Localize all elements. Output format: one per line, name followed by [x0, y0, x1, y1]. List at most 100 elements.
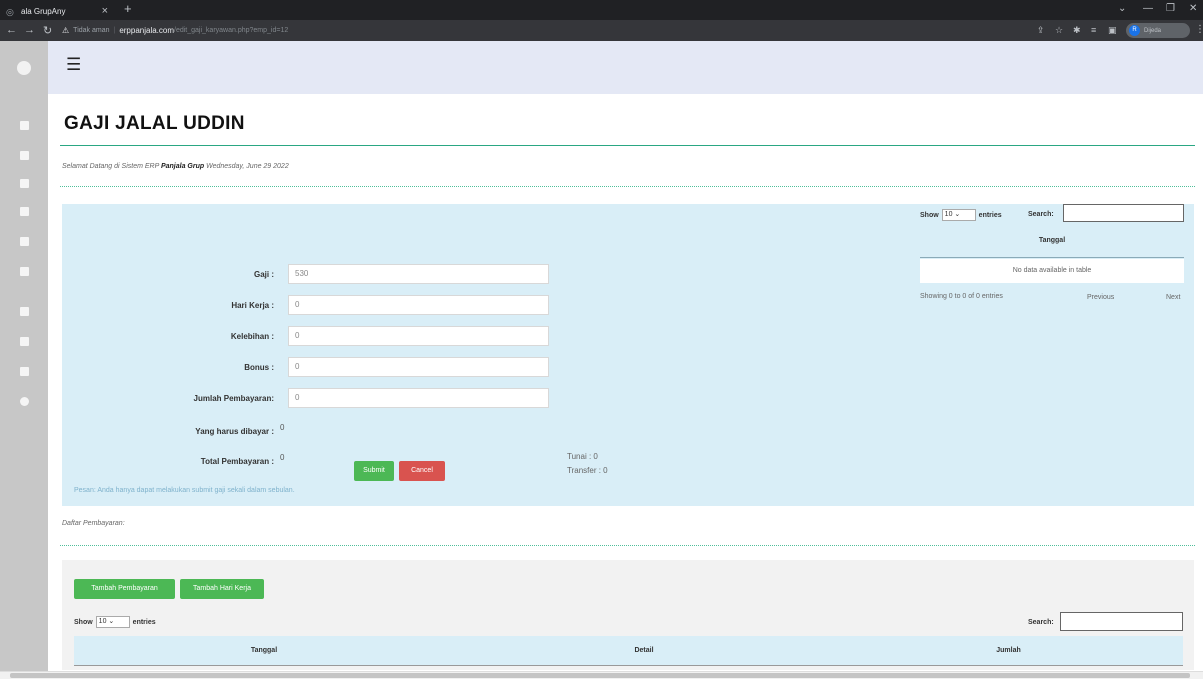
kelebihan-label: Kelebihan :	[230, 332, 274, 341]
title-divider	[60, 145, 1195, 146]
hamburger-menu-icon[interactable]: ☰	[66, 55, 81, 75]
column-header-detail[interactable]: Detail	[454, 636, 834, 666]
browser-toolbar: ← → ↻ ⚠ Tidak aman | erppanjala.com /edi…	[0, 20, 1203, 41]
payments-panel: Tambah Pembayaran Tambah Hari Kerja Show…	[62, 560, 1194, 670]
menu-kebab-icon[interactable]: ⋮	[1195, 24, 1203, 35]
app-sidebar	[0, 41, 48, 679]
dotted-divider	[60, 186, 1195, 187]
gaji-input[interactable]: 530	[288, 264, 549, 284]
mini-table-info: Showing 0 to 0 of 0 entries	[920, 293, 1003, 300]
store-icon[interactable]	[20, 151, 29, 160]
mini-show-label: Show	[920, 211, 939, 219]
payments-show-label: Show	[74, 618, 93, 626]
jumlah-pembayaran-label: Jumlah Pembayaran:	[193, 394, 274, 403]
tambah-pembayaran-button[interactable]: Tambah Pembayaran	[74, 579, 175, 599]
bookmark-star-icon[interactable]: ☆	[1055, 25, 1063, 36]
welcome-prefix: Selamat Datang di Sistem ERP	[62, 163, 161, 170]
url-separator: |	[113, 27, 116, 34]
report-icon[interactable]	[20, 367, 29, 376]
mini-next-button[interactable]: Next	[1166, 294, 1180, 301]
settings-gear-icon[interactable]	[20, 397, 29, 406]
gaji-label: Gaji :	[253, 270, 274, 279]
mini-prev-button[interactable]: Previous	[1087, 294, 1114, 301]
horizontal-scrollbar[interactable]	[0, 671, 1203, 679]
extensions-icon[interactable]: ✱	[1073, 25, 1081, 36]
total-pembayaran-value: 0	[280, 453, 285, 462]
url-path: /edit_gaji_karyawan.php?emp_id=12	[174, 27, 289, 34]
welcome-date: Wednesday, June 29 2022	[204, 163, 289, 170]
welcome-text: Selamat Datang di Sistem ERP Panjala Gru…	[62, 163, 289, 170]
calculator-icon[interactable]	[20, 337, 29, 346]
tambah-hari-kerja-button[interactable]: Tambah Hari Kerja	[180, 579, 264, 599]
salary-form-panel: Gaji : 530 Hari Kerja : 0 Kelebihan : 0 …	[62, 204, 1194, 506]
app-logo-icon[interactable]	[17, 61, 31, 75]
card-icon[interactable]	[20, 307, 29, 316]
scrollbar-thumb[interactable]	[10, 673, 1190, 678]
yang-harus-dibayar-label: Yang harus dibayar :	[195, 427, 274, 436]
new-tab-button[interactable]: +	[124, 1, 132, 16]
chevron-down-icon: ⌄	[954, 211, 961, 218]
tab-search-icon[interactable]: ⌄	[1118, 3, 1126, 14]
truck-icon[interactable]	[20, 237, 29, 246]
side-panel-icon[interactable]: ▣	[1108, 25, 1117, 36]
mini-search-input[interactable]	[1063, 204, 1184, 222]
dashboard-icon[interactable]	[20, 121, 29, 130]
browser-tab-strip: ◎ ala GrupAny × + ⌄ — ❐ ✕	[0, 0, 1203, 20]
hari-kerja-input[interactable]: 0	[288, 295, 549, 315]
submit-button[interactable]: Submit	[354, 461, 394, 481]
warehouse-icon[interactable]	[20, 207, 29, 216]
reload-icon[interactable]: ↻	[43, 24, 52, 37]
yang-harus-dibayar-value: 0	[280, 423, 285, 432]
payments-entries-value: 10	[98, 618, 107, 625]
browser-tab[interactable]: ◎ ala GrupAny ×	[6, 3, 108, 20]
mini-table-length: Show 10 ⌄ entries	[920, 209, 1002, 221]
minimize-icon[interactable]: —	[1143, 3, 1153, 14]
total-pembayaran-label: Total Pembayaran :	[200, 457, 274, 466]
kelebihan-input[interactable]: 0	[288, 326, 549, 346]
mini-table-empty-row: No data available in table	[920, 259, 1184, 283]
media-icon[interactable]: ≡	[1091, 25, 1096, 35]
top-navbar: ☰	[48, 41, 1203, 94]
forward-icon[interactable]: →	[24, 24, 35, 36]
mini-entries-select[interactable]: 10 ⌄	[941, 209, 976, 221]
payments-search-input[interactable]	[1060, 612, 1183, 631]
payments-table-header: Tanggal Detail Jumlah	[74, 636, 1183, 666]
payments-entries-label: entries	[132, 618, 156, 626]
payments-search-label: Search:	[1028, 619, 1054, 626]
tunai-text: Tunai : 0	[567, 452, 598, 461]
mini-table-header-tanggal[interactable]: Tanggal	[920, 224, 1184, 258]
user-icon[interactable]	[20, 179, 29, 188]
profile-status-label: Dijeda	[1144, 27, 1162, 34]
back-icon[interactable]: ←	[6, 24, 17, 36]
hari-kerja-label: Hari Kerja :	[231, 301, 274, 310]
share-icon[interactable]: ⇪	[1037, 25, 1045, 36]
security-label: Tidak aman	[73, 27, 110, 34]
avatar: R	[1129, 25, 1140, 36]
cancel-button[interactable]: Cancel	[399, 461, 445, 481]
close-window-icon[interactable]: ✕	[1189, 3, 1197, 14]
column-header-tanggal[interactable]: Tanggal	[74, 636, 454, 666]
favicon-icon: ◎	[6, 6, 14, 17]
address-bar[interactable]: ⚠ Tidak aman | erppanjala.com /edit_gaji…	[62, 23, 1022, 38]
chevron-down-icon: ⌄	[108, 618, 115, 625]
form-notice: Pesan: Anda hanya dapat melakukan submit…	[74, 487, 295, 494]
url-host: erppanjala.com	[119, 26, 175, 35]
tab-title: ala GrupAny	[21, 7, 66, 16]
document-icon[interactable]	[20, 267, 29, 276]
welcome-brand: Panjala Grup	[160, 163, 205, 170]
bonus-label: Bonus :	[244, 363, 274, 372]
bonus-input[interactable]: 0	[288, 357, 549, 377]
jumlah-pembayaran-input[interactable]: 0	[288, 388, 549, 408]
dotted-divider-2	[60, 545, 1195, 546]
column-header-jumlah[interactable]: Jumlah	[834, 636, 1183, 666]
mini-entries-value: 10	[944, 211, 953, 218]
restore-icon[interactable]: ❐	[1166, 3, 1175, 14]
payments-table-length: Show 10 ⌄ entries	[74, 616, 156, 628]
mini-entries-label: entries	[978, 211, 1002, 219]
payments-entries-select[interactable]: 10 ⌄	[95, 616, 130, 628]
mini-search-label: Search:	[1028, 211, 1054, 218]
transfer-text: Transfer : 0	[567, 466, 608, 475]
profile-button[interactable]: R Dijeda	[1126, 23, 1190, 38]
not-secure-icon: ⚠	[62, 26, 70, 35]
tab-close-icon[interactable]: ×	[102, 5, 108, 17]
